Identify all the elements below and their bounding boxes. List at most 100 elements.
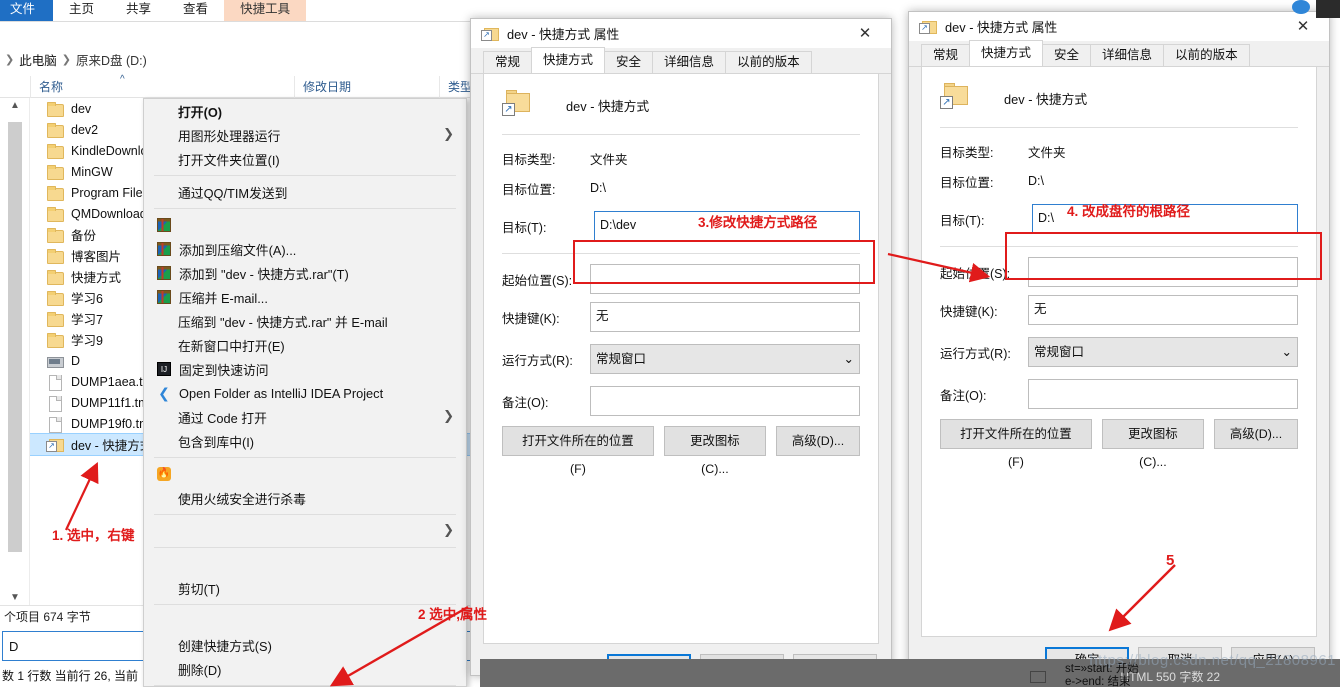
shortcut-key-input[interactable]: 无 xyxy=(1028,295,1298,325)
menu-item-open-folder-location[interactable]: 打开文件夹位置(I) xyxy=(144,147,466,171)
dialog-body: ↗ dev - 快捷方式 目标类型: 文件夹 目标位置: D:\ 目标(T): … xyxy=(921,67,1317,637)
winrar-icon xyxy=(157,218,171,232)
field-comment: 备注(O): xyxy=(484,380,878,422)
blank-icon xyxy=(154,409,174,425)
menu-item-add-to-archive[interactable] xyxy=(144,213,466,237)
menu-separator xyxy=(154,685,456,686)
tab-shortcut[interactable]: 快捷方式 xyxy=(531,47,606,73)
column-header-name[interactable]: 名称 xyxy=(30,75,294,98)
menu-item-open-in-new-window[interactable]: 压缩到 "dev - 快捷方式.rar" 并 E-mail xyxy=(144,309,466,333)
field-target-type: 目标类型: 文件夹 xyxy=(484,135,878,171)
change-icon-button[interactable]: 更改图标(C)... xyxy=(663,426,766,476)
tab-details[interactable]: 详细信息 xyxy=(652,51,727,73)
menu-item-compress-to-named-rar-and-email[interactable]: 压缩并 E-mail... xyxy=(144,285,466,309)
tab-security[interactable]: 安全 xyxy=(1042,44,1092,66)
file-name: KindleDownlo xyxy=(71,143,148,158)
breadcrumb-this-pc[interactable]: 此电脑 xyxy=(19,50,57,69)
ribbon-tab-view[interactable]: 查看 xyxy=(167,0,224,21)
dialog-title-bar[interactable]: dev - 快捷方式 属性 ✕ xyxy=(909,12,1329,42)
ribbon-tab-home[interactable]: 主页 xyxy=(53,0,110,21)
menu-item-delete[interactable]: 创建快捷方式(S) xyxy=(144,633,466,657)
menu-item-run-with-gpu[interactable]: 用图形处理器运行 ❯ xyxy=(144,123,466,147)
tab-security[interactable]: 安全 xyxy=(604,51,654,73)
file-name: 备份 xyxy=(71,229,97,243)
menu-item-pin-to-start[interactable]: 包含到库中(I) xyxy=(144,429,466,453)
tab-shortcut[interactable]: 快捷方式 xyxy=(969,40,1044,66)
menu-item-send-to[interactable]: ❯ xyxy=(144,519,466,543)
breadcrumb-drive-d[interactable]: 原来D盘 (D:) xyxy=(76,50,147,69)
menu-item-copy[interactable]: 剪切(T) xyxy=(144,576,466,600)
folder-icon xyxy=(46,269,64,285)
monitor-icon xyxy=(1030,671,1046,683)
field-run: 运行方式(R): 常规窗口 ⌄ xyxy=(922,331,1316,373)
field-label: 目标(T): xyxy=(940,213,985,228)
menu-separator xyxy=(154,604,456,605)
file-name: dev xyxy=(71,101,92,116)
tab-previous-versions[interactable]: 以前的版本 xyxy=(725,51,812,73)
ribbon-tab-file[interactable]: 文件 xyxy=(0,0,54,21)
comment-input[interactable] xyxy=(1028,379,1298,409)
chevron-right-icon: ❯ xyxy=(443,408,454,423)
open-file-location-button[interactable]: 打开文件所在的位置(F) xyxy=(502,426,654,476)
file-name: MinGW xyxy=(71,164,113,179)
shortcut-name: dev - 快捷方式 xyxy=(566,98,650,114)
shortcut-key-input[interactable]: 无 xyxy=(590,302,860,332)
close-icon[interactable]: ✕ xyxy=(845,19,885,48)
tab-previous-versions[interactable]: 以前的版本 xyxy=(1163,44,1250,66)
blank-icon xyxy=(154,127,174,143)
menu-item-open-with-code[interactable]: ❮ Open Folder as IntelliJ IDEA Project xyxy=(144,381,466,405)
field-label: 起始位置(S): xyxy=(502,273,573,288)
menu-item-include-in-library[interactable]: 通过 Code 打开 ❯ xyxy=(144,405,466,429)
menu-item-compress-and-email[interactable]: 添加到 "dev - 快捷方式.rar"(T) xyxy=(144,261,466,285)
menu-separator xyxy=(154,514,456,515)
ribbon-tab-share[interactable]: 共享 xyxy=(110,0,167,21)
run-mode-select[interactable]: 常规窗口 ⌄ xyxy=(1028,337,1298,367)
menu-item-huorong-scan[interactable]: 🔥 xyxy=(144,462,466,486)
properties-dialog-right: dev - 快捷方式 属性 ✕ 常规 快捷方式 安全 详细信息 以前的版本 ↗ … xyxy=(908,11,1330,673)
tab-general[interactable]: 常规 xyxy=(483,51,533,73)
context-menu: 打开(O) 用图形处理器运行 ❯ 打开文件夹位置(I) 通过QQ/TIM发送到 添… xyxy=(143,98,467,687)
field-start-in: 起始位置(S): xyxy=(484,254,878,296)
field-label: 快捷键(K): xyxy=(502,311,560,326)
column-header-date[interactable]: 修改日期 xyxy=(294,75,439,98)
dialog-title-bar[interactable]: dev - 快捷方式 属性 ✕ xyxy=(471,19,891,49)
start-in-input[interactable] xyxy=(590,264,860,294)
change-icon-button[interactable]: 更改图标(C)... xyxy=(1101,419,1204,469)
menu-item-rename[interactable]: 删除(D) xyxy=(144,657,466,681)
blank-icon xyxy=(154,556,174,572)
field-label: 目标位置: xyxy=(940,175,994,190)
annotation-step-4: 4. 改成盘符的根路径 xyxy=(1067,204,1191,219)
menu-item-open-intellij[interactable]: IJ 固定到快速访问 xyxy=(144,357,466,381)
comment-input[interactable] xyxy=(590,386,860,416)
advanced-button[interactable]: 高级(D)... xyxy=(1214,419,1298,449)
winrar-icon xyxy=(157,290,171,304)
menu-item-pin-to-quick-access[interactable]: 在新窗口中打开(E) xyxy=(144,333,466,357)
nav-scrollbar-thumb[interactable] xyxy=(8,122,22,552)
address-bar[interactable]: ❯ 此电脑 ❯ 原来D盘 (D:) xyxy=(0,46,480,72)
folder-icon xyxy=(46,227,64,243)
menu-item-cut[interactable] xyxy=(144,552,466,576)
folder-icon xyxy=(46,332,64,348)
ribbon-tab-strip: 文件 主页 共享 查看 快捷工具 xyxy=(0,0,480,22)
menu-item-open[interactable]: 打开(O) xyxy=(144,99,466,123)
menu-item-send-via-qq-tim[interactable]: 通过QQ/TIM发送到 xyxy=(144,180,466,204)
nav-scroll-up-icon[interactable]: ▲ xyxy=(9,100,21,111)
menu-item-add-to-named-rar[interactable]: 添加到压缩文件(A)... xyxy=(144,237,466,261)
run-mode-select[interactable]: 常规窗口 ⌄ xyxy=(590,344,860,374)
annotation-step-2: 2 选中,属性 xyxy=(418,607,488,622)
tab-general[interactable]: 常规 xyxy=(921,44,971,66)
file-name: 学习9 xyxy=(71,334,103,348)
folder-icon xyxy=(46,248,64,264)
menu-item-restore-previous-versions[interactable]: 使用火绒安全进行杀毒 xyxy=(144,486,466,510)
start-in-input[interactable] xyxy=(1028,257,1298,287)
huorong-icon: 🔥 xyxy=(157,467,171,481)
advanced-button[interactable]: 高级(D)... xyxy=(776,426,860,456)
file-name: DUMP1aea.tm xyxy=(71,374,153,389)
nav-scroll-down-icon[interactable]: ▼ xyxy=(9,592,21,603)
tab-details[interactable]: 详细信息 xyxy=(1090,44,1165,66)
intellij-icon: IJ xyxy=(157,362,171,376)
open-file-location-button[interactable]: 打开文件所在的位置(F) xyxy=(940,419,1092,469)
ribbon-tab-shortcut-tools[interactable]: 快捷工具 xyxy=(224,0,307,21)
blank-icon xyxy=(154,661,174,677)
annotation-step-5: 5 xyxy=(1166,552,1175,569)
